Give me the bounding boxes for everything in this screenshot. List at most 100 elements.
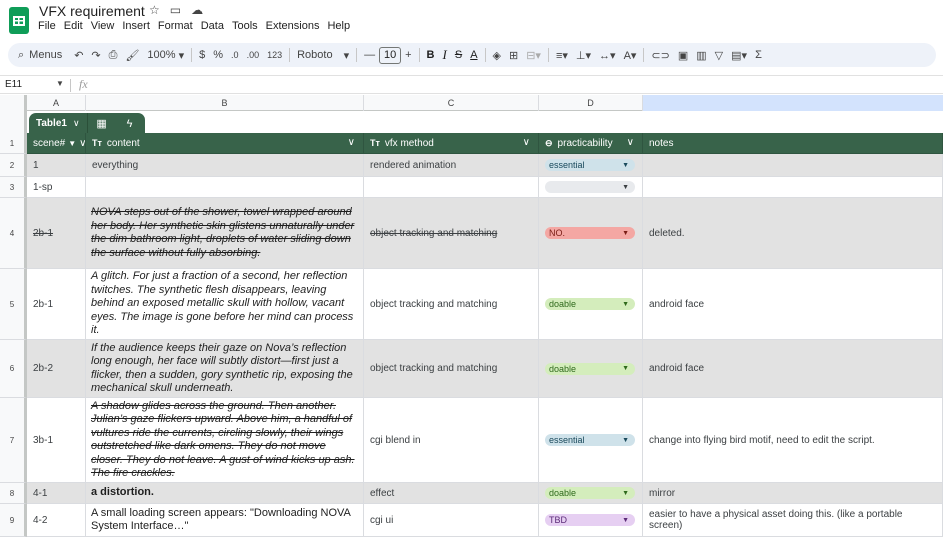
scene-cell[interactable]: 1-sp bbox=[27, 177, 86, 198]
text-rotation-icon[interactable]: A▾ bbox=[620, 45, 641, 65]
undo-icon[interactable]: ↶ bbox=[70, 45, 87, 65]
sheets-logo-icon[interactable] bbox=[9, 7, 29, 34]
header-vfx-method[interactable]: Tт vfx method ∨ bbox=[364, 133, 539, 154]
content-cell[interactable]: NOVA steps out of the shower, towel wrap… bbox=[86, 198, 364, 269]
filter-icon[interactable]: ▽ bbox=[711, 45, 727, 65]
header-scene[interactable]: scene# ▼ ∨ bbox=[27, 133, 86, 154]
method-cell[interactable]: cgi blend in bbox=[364, 398, 539, 483]
row-header-2[interactable]: 2 bbox=[0, 154, 27, 177]
notes-cell[interactable] bbox=[643, 177, 943, 198]
row-header-6[interactable]: 6 bbox=[0, 340, 27, 398]
scene-cell[interactable]: 2b-2 bbox=[27, 340, 86, 398]
status-chip-doable[interactable]: doable ▼ bbox=[545, 487, 635, 499]
currency-format-button[interactable]: $ bbox=[195, 45, 209, 65]
borders-icon[interactable]: ⊞ bbox=[505, 45, 522, 65]
method-cell[interactable]: object tracking and matching bbox=[364, 269, 539, 340]
header-content[interactable]: Tт content ∨ bbox=[86, 133, 364, 154]
header-practicability[interactable]: ⊖ practicability ∨ bbox=[539, 133, 643, 154]
table-automation-icon[interactable]: ϟ bbox=[116, 118, 144, 130]
notes-cell[interactable] bbox=[643, 154, 943, 177]
chevron-down-icon[interactable]: ∨ bbox=[523, 137, 530, 148]
text-color-button[interactable]: A bbox=[466, 45, 481, 65]
content-cell[interactable]: A shadow glides across the ground. Then … bbox=[86, 398, 364, 483]
vertical-align-icon[interactable]: ⊥▾ bbox=[572, 45, 595, 65]
menu-data[interactable]: Data bbox=[201, 20, 224, 32]
merge-cells-icon[interactable]: ⊟▾ bbox=[522, 45, 545, 65]
status-chip-empty[interactable]: ▼ bbox=[545, 181, 635, 193]
column-header-e-selected[interactable] bbox=[643, 95, 943, 111]
notes-cell[interactable]: deleted. bbox=[643, 198, 943, 269]
cloud-status-icon[interactable]: ☁ bbox=[191, 3, 203, 17]
content-cell[interactable] bbox=[86, 177, 364, 198]
column-header-a[interactable]: A bbox=[27, 95, 86, 111]
chevron-down-icon[interactable]: ∨ bbox=[627, 137, 634, 148]
row-header-4[interactable]: 4 bbox=[0, 198, 27, 269]
scene-cell[interactable]: 2b-1 bbox=[27, 269, 86, 340]
select-all-corner[interactable] bbox=[0, 95, 27, 111]
star-icon[interactable]: ☆ bbox=[149, 3, 160, 17]
chevron-down-icon[interactable]: ∨ bbox=[348, 137, 355, 148]
name-box-dropdown-icon[interactable]: ▼ bbox=[56, 79, 64, 88]
practicability-cell[interactable]: doable ▼ bbox=[539, 483, 643, 504]
notes-cell[interactable]: easier to have a physical asset doing th… bbox=[643, 504, 943, 537]
practicability-cell[interactable]: doable ▼ bbox=[539, 340, 643, 398]
table-name[interactable]: Table1 bbox=[36, 118, 67, 129]
notes-cell[interactable]: android face bbox=[643, 340, 943, 398]
method-cell[interactable]: effect bbox=[364, 483, 539, 504]
bold-button[interactable]: B bbox=[423, 45, 439, 65]
notes-cell[interactable]: change into flying bird motif, need to e… bbox=[643, 398, 943, 483]
practicability-cell[interactable]: NO. ▼ bbox=[539, 198, 643, 269]
menu-help[interactable]: Help bbox=[327, 20, 350, 32]
method-cell[interactable]: cgi ui bbox=[364, 504, 539, 537]
row-header-7[interactable]: 7 bbox=[0, 398, 27, 483]
document-title[interactable]: VFX requirement bbox=[39, 3, 145, 19]
menu-format[interactable]: Format bbox=[158, 20, 193, 32]
menu-extensions[interactable]: Extensions bbox=[266, 20, 320, 32]
functions-icon[interactable]: Σ bbox=[751, 45, 766, 65]
number-format-button[interactable]: 123 bbox=[263, 45, 286, 65]
font-size-increase-button[interactable]: + bbox=[401, 45, 415, 65]
font-size-input[interactable]: 10 bbox=[379, 46, 402, 64]
practicability-cell[interactable]: essential ▼ bbox=[539, 154, 643, 177]
paint-format-icon[interactable]: 🖌 bbox=[121, 45, 143, 65]
practicability-cell[interactable]: ▼ bbox=[539, 177, 643, 198]
method-cell[interactable]: object tracking and matching bbox=[364, 198, 539, 269]
scene-cell[interactable]: 4-2 bbox=[27, 504, 86, 537]
method-cell[interactable] bbox=[364, 177, 539, 198]
menu-tools[interactable]: Tools bbox=[232, 20, 258, 32]
content-cell[interactable]: a distortion. bbox=[86, 483, 364, 504]
redo-icon[interactable]: ↷ bbox=[87, 45, 104, 65]
menu-insert[interactable]: Insert bbox=[122, 20, 150, 32]
status-chip-doable[interactable]: doable ▼ bbox=[545, 298, 635, 310]
fill-color-icon[interactable]: ◈ bbox=[489, 45, 505, 65]
row-header-5[interactable]: 5 bbox=[0, 269, 27, 340]
insert-chart-icon[interactable]: ▥ bbox=[692, 45, 710, 65]
font-select[interactable]: Roboto ▾ bbox=[293, 45, 353, 65]
content-cell[interactable]: A small loading screen appears: "Downloa… bbox=[86, 504, 364, 537]
horizontal-align-icon[interactable]: ≡▾ bbox=[552, 45, 572, 65]
decrease-decimal-button[interactable]: .0 bbox=[227, 45, 243, 65]
row-header-3[interactable]: 3 bbox=[0, 177, 27, 198]
status-chip-no[interactable]: NO. ▼ bbox=[545, 227, 635, 239]
menu-view[interactable]: View bbox=[91, 20, 115, 32]
column-header-b[interactable]: B bbox=[86, 95, 364, 111]
row-header-8[interactable]: 8 bbox=[0, 483, 27, 504]
header-notes[interactable]: notes bbox=[643, 133, 943, 154]
status-chip-essential[interactable]: essential ▼ bbox=[545, 159, 635, 171]
name-box[interactable]: E11 bbox=[5, 79, 22, 90]
content-cell[interactable]: everything bbox=[86, 154, 364, 177]
scene-cell[interactable]: 4-1 bbox=[27, 483, 86, 504]
text-wrap-icon[interactable]: ↔▾ bbox=[595, 45, 620, 65]
status-chip-doable[interactable]: doable ▼ bbox=[545, 362, 635, 375]
notes-cell[interactable]: mirror bbox=[643, 483, 943, 504]
method-cell[interactable]: object tracking and matching bbox=[364, 340, 539, 398]
content-cell[interactable]: If the audience keeps their gaze on Nova… bbox=[86, 340, 364, 398]
print-icon[interactable]: ⎙ bbox=[105, 45, 122, 65]
table-tab[interactable]: Table1 ∨ ▦ ϟ bbox=[29, 112, 145, 135]
content-cell[interactable]: A glitch. For just a fraction of a secon… bbox=[86, 269, 364, 340]
strikethrough-button[interactable]: S bbox=[451, 45, 466, 65]
increase-decimal-button[interactable]: .00 bbox=[243, 45, 264, 65]
practicability-cell[interactable]: essential ▼ bbox=[539, 398, 643, 483]
menu-edit[interactable]: Edit bbox=[64, 20, 83, 32]
table-menu-chevron-icon[interactable]: ∨ bbox=[73, 118, 80, 129]
